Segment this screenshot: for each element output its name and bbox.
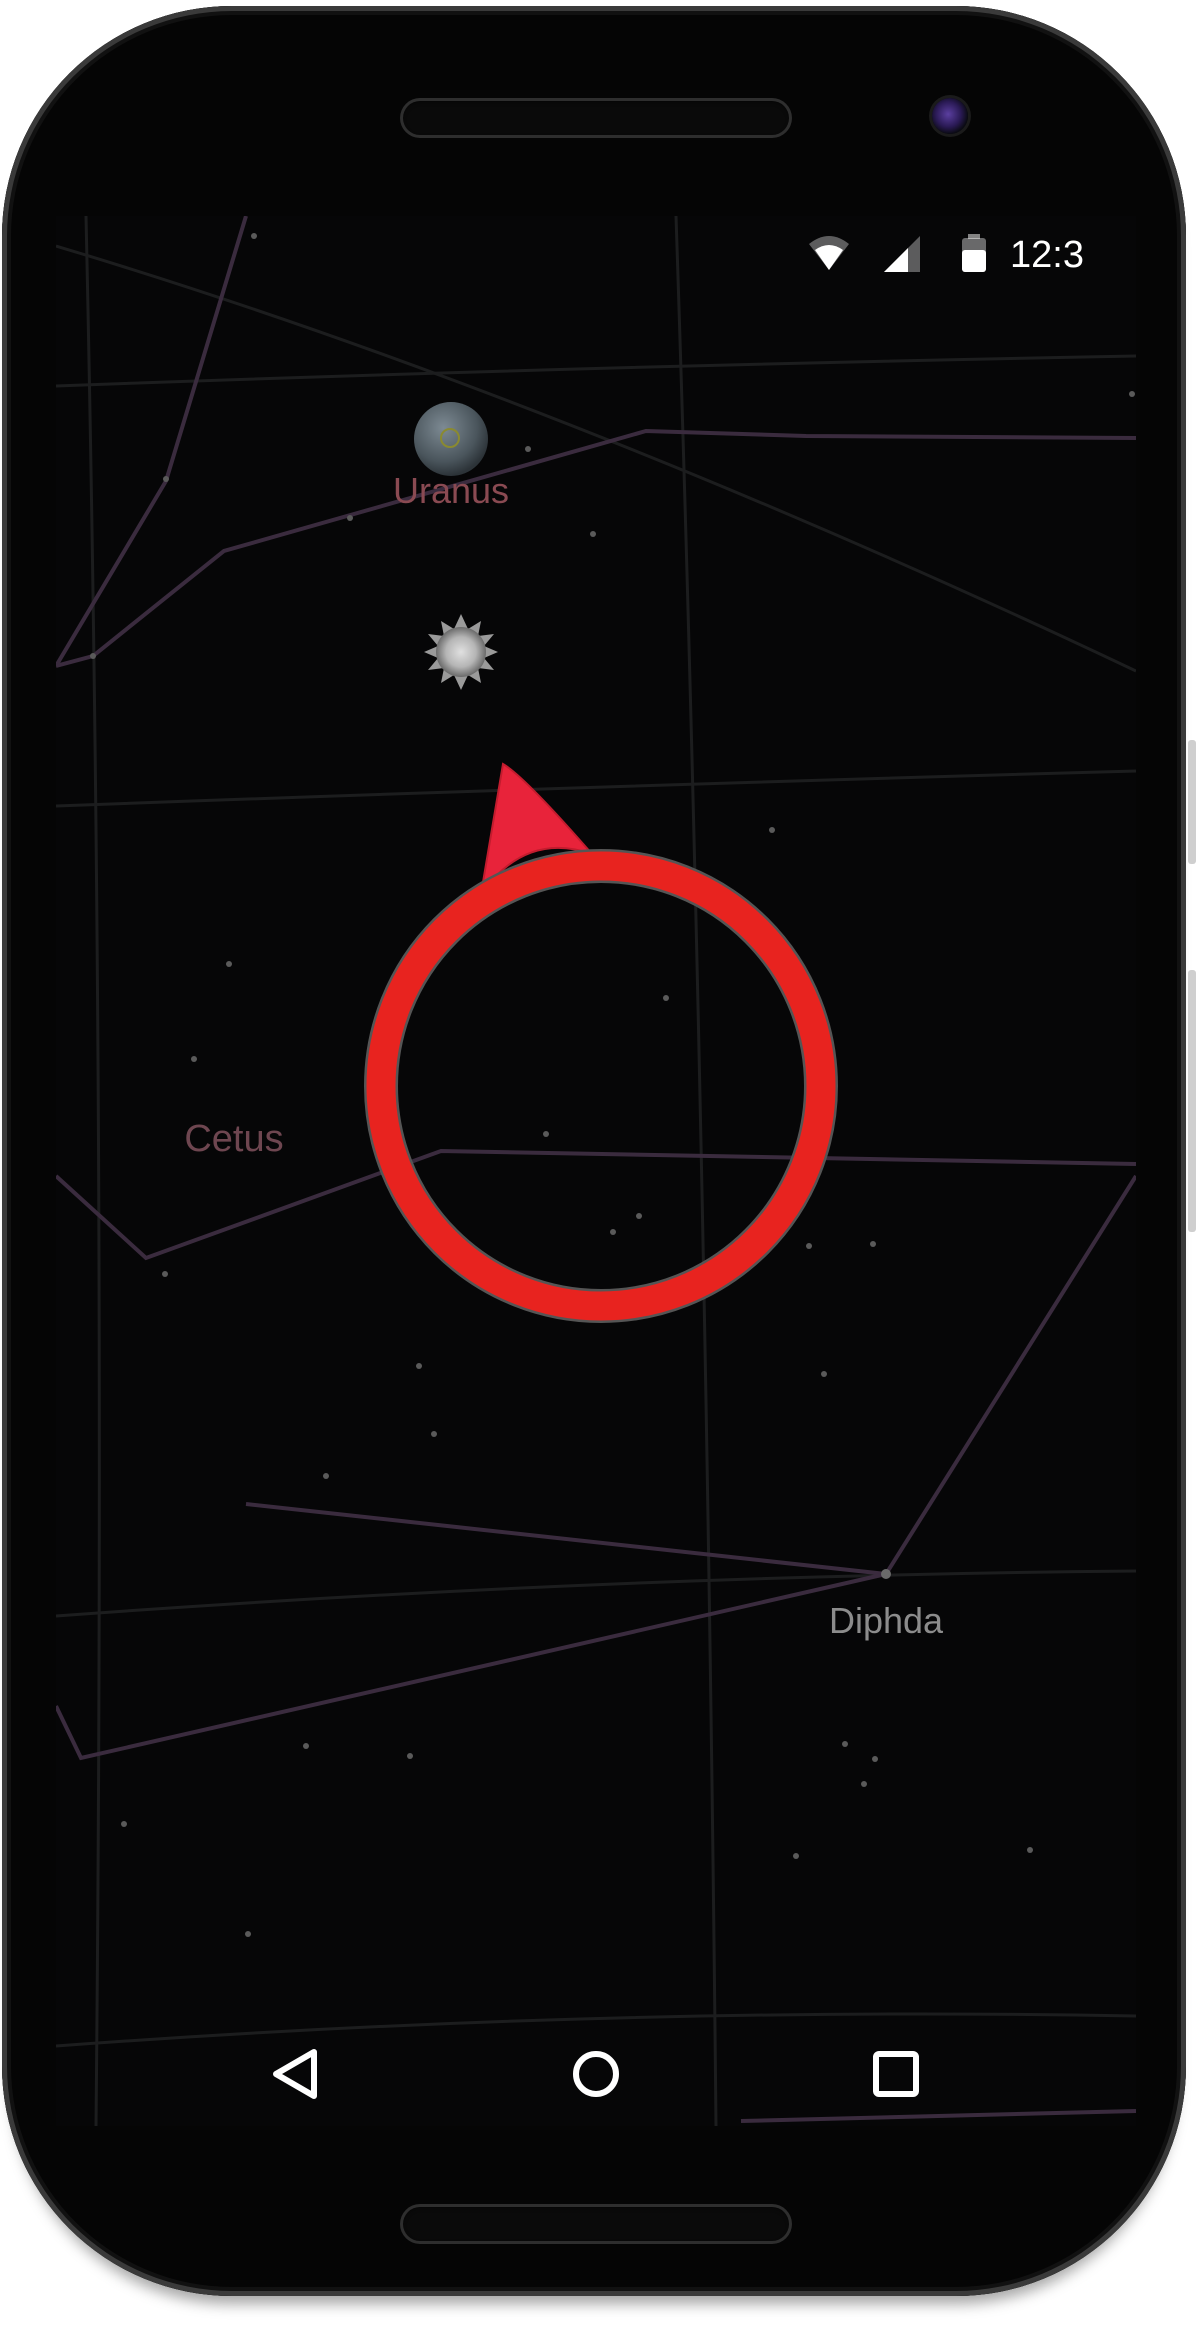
volume-button	[1188, 740, 1196, 864]
sky-map[interactable]: Uranus Cetus Diphda	[56, 216, 1136, 2126]
navigation-bar	[56, 2016, 1136, 2126]
star-field	[90, 233, 1135, 1937]
planet-uranus[interactable]	[414, 402, 488, 476]
battery-icon	[962, 234, 986, 272]
wifi-icon	[809, 236, 849, 270]
status-bar: 12:3	[56, 216, 1136, 288]
constellation-label: Cetus	[184, 1118, 283, 1160]
coordinate-grid	[56, 216, 1136, 2126]
planet-label: Uranus	[393, 470, 509, 511]
power-button	[1188, 970, 1196, 1232]
home-icon[interactable]	[560, 2038, 632, 2110]
bright-star[interactable]	[424, 614, 498, 690]
recents-icon[interactable]	[860, 2038, 932, 2110]
bottom-speaker	[400, 2204, 792, 2244]
phone-frame: Uranus Cetus Diphda 12:3	[2, 6, 1186, 2296]
cell-signal-icon	[884, 236, 920, 272]
status-clock: 12:3	[1010, 234, 1084, 276]
sky-map-screen[interactable]: Uranus Cetus Diphda 12:3	[56, 216, 1136, 2126]
target-ring[interactable]	[364, 849, 838, 1323]
front-camera	[932, 98, 968, 134]
top-speaker	[400, 98, 792, 138]
constellation-lines	[56, 216, 1136, 2123]
star-label: Diphda	[829, 1600, 944, 1641]
back-icon[interactable]	[260, 2038, 332, 2110]
